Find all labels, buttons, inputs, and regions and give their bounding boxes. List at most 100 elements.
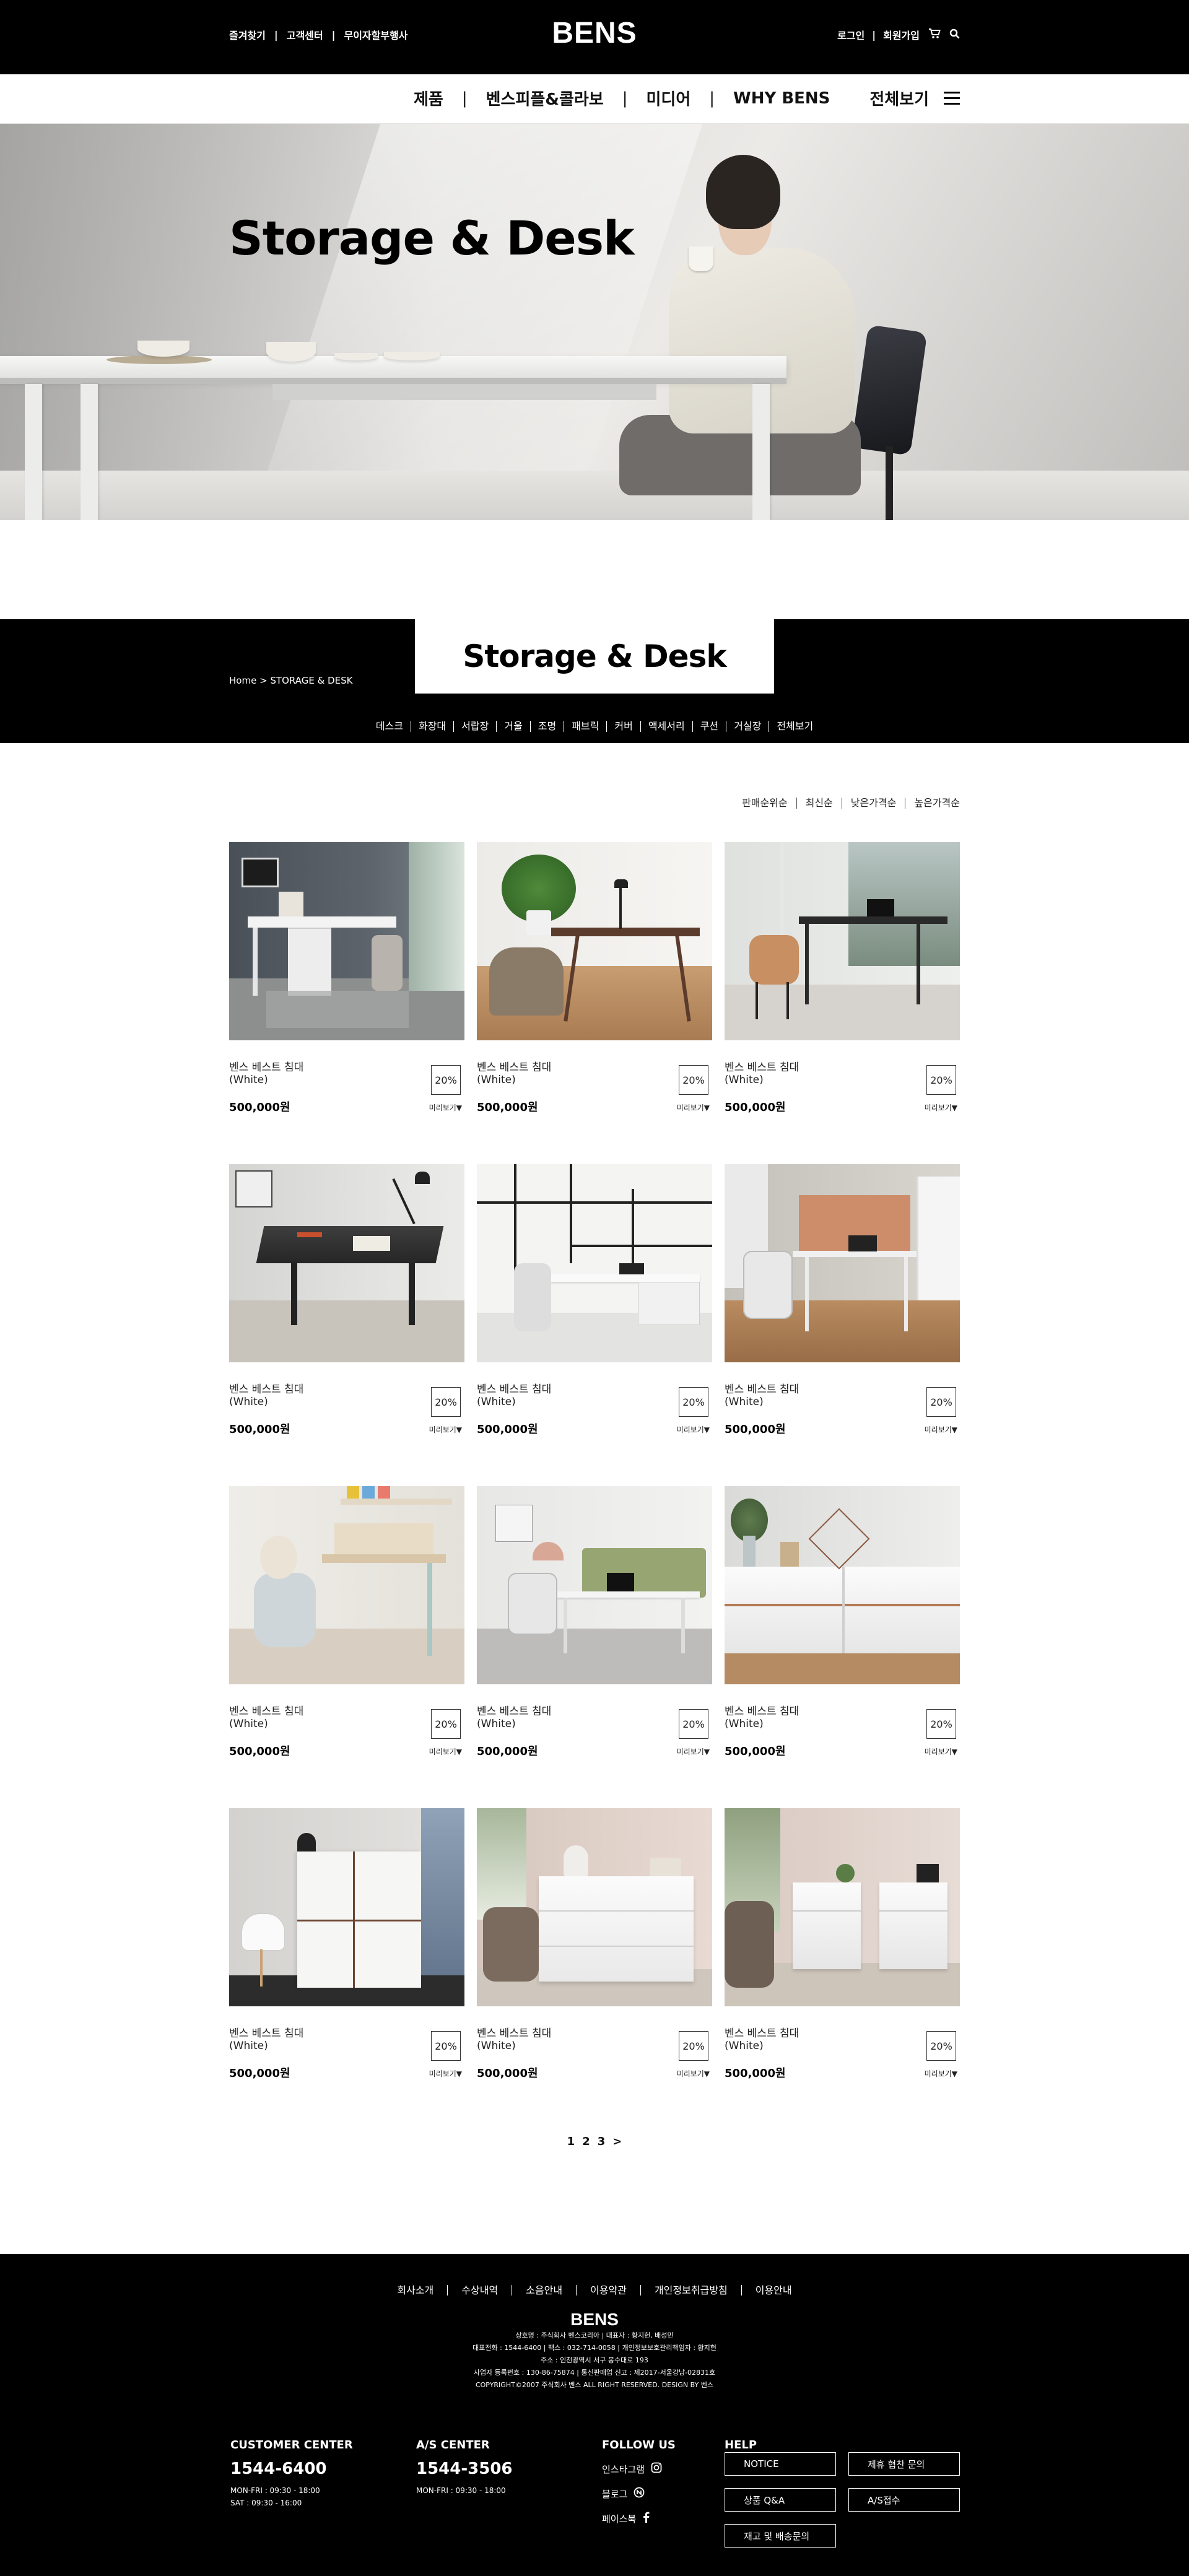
next-page-button[interactable]: > [612,2135,622,2148]
product-card[interactable]: 벤스 베스트 침대 (White) 500,000원 20% 미리보기▼ [725,842,960,1114]
product-card[interactable]: 벤스 베스트 침대 (White) 500,000원 20% 미리보기▼ [229,1486,464,1758]
product-image[interactable] [725,1486,960,1684]
product-card[interactable]: 벤스 베스트 침대 (White) 500,000원 20% 미리보기▼ [725,1164,960,1436]
subcategory-mirror[interactable]: 거울 [496,721,529,732]
discount-badge: 20% [679,1387,708,1417]
footer-link-company[interactable]: 회사소개 [383,2285,447,2295]
preview-toggle[interactable]: 미리보기▼ [677,1424,710,1435]
discount-badge: 20% [926,1065,956,1095]
preview-toggle[interactable]: 미리보기▼ [429,1102,462,1113]
product-card[interactable]: 벤스 베스트 침대 (White) 500,000원 20% 미리보기▼ [725,1808,960,2080]
footer-link-guide[interactable]: 이용안내 [741,2285,806,2295]
sort-by-sales[interactable]: 판매순위순 [733,798,796,809]
subcategory-cover[interactable]: 커버 [606,721,640,732]
product-name[interactable]: 벤스 베스트 침대 [725,1383,799,1396]
product-card[interactable]: 벤스 베스트 침대 (White) 500,000원 20% 미리보기▼ [229,1164,464,1436]
page-link-3[interactable]: 3 [598,2135,606,2148]
sort-by-high-price[interactable]: 높은가격순 [905,798,960,809]
product-card[interactable]: 벤스 베스트 침대 (White) 500,000원 20% 미리보기▼ [477,842,712,1114]
subcategory-desk[interactable]: 데스크 [368,721,411,732]
product-color: (White) [477,1718,516,1730]
preview-toggle[interactable]: 미리보기▼ [925,1102,957,1113]
all-view-button[interactable]: 전체보기 [869,87,960,110]
product-name[interactable]: 벤스 베스트 침대 [725,1061,799,1074]
product-image[interactable] [229,1164,464,1362]
preview-toggle[interactable]: 미리보기▼ [429,1424,462,1435]
footer-link-privacy[interactable]: 개인정보취급방침 [640,2285,741,2295]
subcategory-cushion[interactable]: 쿠션 [692,721,726,732]
subcategory-vanity[interactable]: 화장대 [410,721,453,732]
product-card[interactable]: 벤스 베스트 침대 (White) 500,000원 20% 미리보기▼ [725,1486,960,1758]
as-request-button[interactable]: A/S접수 [848,2488,960,2512]
product-name[interactable]: 벤스 베스트 침대 [229,1061,303,1074]
sort-by-low-price[interactable]: 낮은가격순 [841,798,905,809]
product-card[interactable]: 벤스 베스트 침대 (White) 500,000원 20% 미리보기▼ [477,1808,712,2080]
blog-link[interactable]: 블로그 [602,2487,645,2500]
subcategory-all[interactable]: 전체보기 [769,721,821,732]
preview-toggle[interactable]: 미리보기▼ [429,2068,462,2079]
product-name[interactable]: 벤스 베스트 침대 [477,2027,551,2040]
subcategory-drawer[interactable]: 서랍장 [453,721,496,732]
subcategory-lighting[interactable]: 조명 [529,721,564,732]
signup-link[interactable]: 회원가입 [883,27,920,42]
search-icon[interactable] [949,28,960,41]
sort-by-newest[interactable]: 최신순 [796,798,842,809]
product-name[interactable]: 벤스 베스트 침대 [229,1705,303,1718]
product-card[interactable]: 벤스 베스트 침대 (White) 500,000원 20% 미리보기▼ [477,1486,712,1758]
footer-link-terms[interactable]: 이용약관 [576,2285,640,2295]
product-card[interactable]: 벤스 베스트 침대 (White) 500,000원 20% 미리보기▼ [229,1808,464,2080]
subcategory-accessory[interactable]: 액세서리 [640,721,692,732]
preview-toggle[interactable]: 미리보기▼ [677,2068,710,2079]
hours-weekday: MON-FRI : 09:30 - 18:00 [416,2486,506,2495]
nav-item-media[interactable]: 미디어 [647,87,691,110]
product-name[interactable]: 벤스 베스트 침대 [477,1383,551,1396]
product-qna-button[interactable]: 상품 Q&A [725,2488,836,2512]
nav-item-people-collab[interactable]: 벤스피플&콜라보 [486,87,604,110]
hamburger-icon[interactable] [944,91,960,105]
hero-chair [851,324,928,456]
product-name[interactable]: 벤스 베스트 침대 [725,2027,799,2040]
preview-toggle[interactable]: 미리보기▼ [925,1746,957,1757]
instagram-link[interactable]: 인스타그램 [602,2462,662,2476]
preview-toggle[interactable]: 미리보기▼ [677,1746,710,1757]
product-image[interactable] [725,842,960,1040]
preview-toggle[interactable]: 미리보기▼ [925,1424,957,1435]
preview-toggle[interactable]: 미리보기▼ [925,2068,957,2079]
product-image[interactable] [477,1164,712,1362]
preview-toggle[interactable]: 미리보기▼ [429,1746,462,1757]
product-image[interactable] [229,1486,464,1684]
login-link[interactable]: 로그인 [837,27,865,42]
hero-floor [0,471,1189,520]
preview-toggle[interactable]: 미리보기▼ [677,1102,710,1113]
subcategory-fabric[interactable]: 패브릭 [564,721,606,732]
product-card[interactable]: 벤스 베스트 침대 (White) 500,000원 20% 미리보기▼ [477,1164,712,1436]
product-card[interactable]: 벤스 베스트 침대 (White) 500,000원 20% 미리보기▼ [229,842,464,1114]
partnership-inquiry-button[interactable]: 제휴 협찬 문의 [848,2452,960,2476]
subcategory-living-cabinet[interactable]: 거실장 [726,721,769,732]
facebook-link[interactable]: 페이스북 [602,2512,650,2525]
nav-item-products[interactable]: 제품 [414,87,443,110]
company-info-line: 대표전화 : 1544-6400 | 팩스 : 032-714-0058 | 개… [473,2344,716,2352]
product-image[interactable] [477,842,712,1040]
product-image[interactable] [725,1164,960,1362]
product-name[interactable]: 벤스 베스트 침대 [229,2027,303,2040]
product-name[interactable]: 벤스 베스트 침대 [477,1061,551,1074]
site-logo[interactable]: BENS [0,16,1189,50]
stock-delivery-inquiry-button[interactable]: 재고 및 배송문의 [725,2524,836,2548]
cart-icon[interactable] [928,28,941,41]
breadcrumb[interactable]: Home > STORAGE & DESK [229,675,352,686]
product-image[interactable] [477,1808,712,2006]
product-image[interactable] [477,1486,712,1684]
product-name[interactable]: 벤스 베스트 침대 [229,1383,303,1396]
footer-link-noise[interactable]: 소음안내 [512,2285,576,2295]
product-name[interactable]: 벤스 베스트 침대 [725,1705,799,1718]
page-link-2[interactable]: 2 [582,2135,590,2148]
page-link-1[interactable]: 1 [567,2135,575,2148]
nav-item-why-bens[interactable]: WHY BENS [733,89,830,108]
product-image[interactable] [229,1808,464,2006]
product-name[interactable]: 벤스 베스트 침대 [477,1705,551,1718]
footer-link-awards[interactable]: 수상내역 [447,2285,512,2295]
product-image[interactable] [725,1808,960,2006]
notice-button[interactable]: NOTICE [725,2452,836,2476]
product-image[interactable] [229,842,464,1040]
